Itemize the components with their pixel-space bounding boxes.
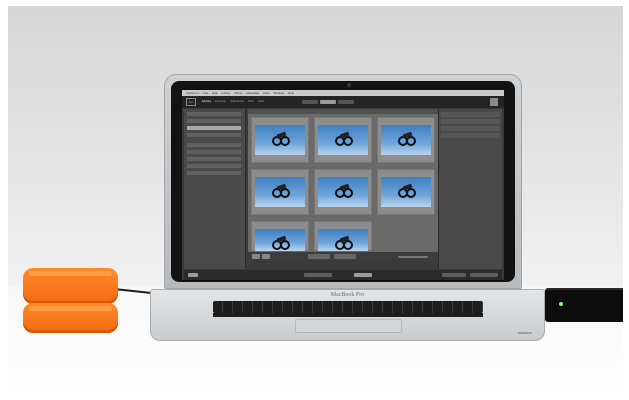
menu-help[interactable]: Help (288, 91, 294, 95)
collection-item[interactable] (187, 171, 241, 175)
keyboard-row (213, 313, 483, 317)
menu-file[interactable]: File (203, 91, 208, 95)
identity-plate: Lr Library Develop Slideshow Print Web (182, 96, 504, 108)
module-library[interactable]: Library (202, 99, 211, 103)
tab-grid[interactable] (302, 100, 318, 104)
module-develop[interactable]: Develop (215, 99, 226, 103)
grid-toolbar (248, 252, 438, 261)
keyboard (213, 301, 483, 313)
product-photo: Lightroom File Edit Library Photo Metada… (8, 6, 623, 394)
menu-edit[interactable]: Edit (212, 91, 217, 95)
webcam-icon (347, 83, 351, 87)
grid-cell[interactable] (314, 169, 372, 215)
grid-cell[interactable] (314, 117, 372, 163)
folder-row-selected[interactable] (187, 126, 241, 130)
orange-drive-bottom (23, 303, 118, 333)
folder-row[interactable] (187, 133, 241, 137)
moto-thumbnail (318, 229, 368, 251)
keywording-header[interactable] (441, 126, 500, 131)
module-picker: Library Develop Slideshow Print Web (202, 99, 264, 103)
histogram-header[interactable] (441, 112, 500, 117)
collection-item[interactable] (187, 164, 241, 168)
orange-drive-top (23, 268, 118, 304)
moto-thumbnail (318, 125, 368, 155)
grid-cell[interactable] (251, 117, 309, 163)
collections-row[interactable] (187, 143, 241, 147)
collection-item[interactable] (187, 150, 241, 154)
grid-cell[interactable] (251, 169, 309, 215)
app-logo: Lr (186, 98, 196, 106)
navigator-header[interactable] (187, 112, 241, 116)
laptop-screen: Lightroom File Edit Library Photo Metada… (182, 90, 504, 280)
grid-header (248, 109, 438, 114)
card-reader-dock (545, 288, 623, 322)
moto-thumbnail (255, 125, 305, 155)
photo-scene: Lightroom File Edit Library Photo Metada… (0, 0, 629, 400)
laptop-brand-label: MacBook Pro (330, 292, 365, 298)
left-panel (184, 109, 246, 269)
sync-settings-button[interactable] (442, 273, 466, 277)
tab-compare[interactable] (338, 100, 354, 104)
trackpad (295, 319, 402, 333)
laptop-base: MacBook Pro (150, 289, 545, 341)
sort-button[interactable] (252, 254, 260, 259)
module-slideshow[interactable]: Slideshow (230, 99, 244, 103)
photo-grid (248, 109, 438, 252)
quick-develop-header[interactable] (441, 119, 500, 124)
metadata-header[interactable] (441, 133, 500, 138)
tab-loupe[interactable] (320, 100, 336, 104)
grid-cell[interactable] (251, 221, 309, 251)
menu-photo[interactable]: Photo (235, 91, 243, 95)
module-print[interactable]: Print (248, 99, 254, 103)
menu-view[interactable]: View (263, 91, 269, 95)
grid-cell[interactable] (377, 169, 435, 215)
right-panel (438, 109, 502, 269)
filmstrip-bar (184, 270, 502, 280)
filmstrip-left-button[interactable] (188, 273, 198, 277)
view-tabs (302, 100, 354, 104)
moto-thumbnail (255, 229, 305, 251)
moto-thumbnail (255, 177, 305, 207)
laptop-bezel: Lightroom File Edit Library Photo Metada… (171, 81, 515, 282)
moto-thumbnail (381, 177, 431, 207)
filmstrip-filter-button[interactable] (354, 273, 372, 277)
thumbnail-slider[interactable] (398, 256, 428, 258)
view-button[interactable] (262, 254, 270, 259)
collection-item[interactable] (187, 157, 241, 161)
catalog-row[interactable] (187, 119, 241, 123)
laptop-lid: Lightroom File Edit Library Photo Metada… (164, 74, 522, 289)
menu-library[interactable]: Library (221, 91, 230, 95)
moto-thumbnail (318, 177, 368, 207)
grid-cell[interactable] (314, 221, 372, 251)
module-web[interactable]: Web (258, 99, 264, 103)
grid-cell[interactable] (377, 117, 435, 163)
menu-window[interactable]: Window (273, 91, 284, 95)
moto-thumbnail (381, 125, 431, 155)
sleep-indicator (518, 332, 532, 334)
export-button[interactable] (334, 254, 356, 259)
menu-metadata[interactable]: Metadata (246, 91, 259, 95)
sync-metadata-button[interactable] (470, 273, 498, 277)
panel-toggle-icon[interactable] (490, 98, 498, 106)
menu-app[interactable]: Lightroom (186, 91, 199, 95)
filmstrip-center-button[interactable] (304, 273, 332, 277)
import-button[interactable] (308, 254, 330, 259)
